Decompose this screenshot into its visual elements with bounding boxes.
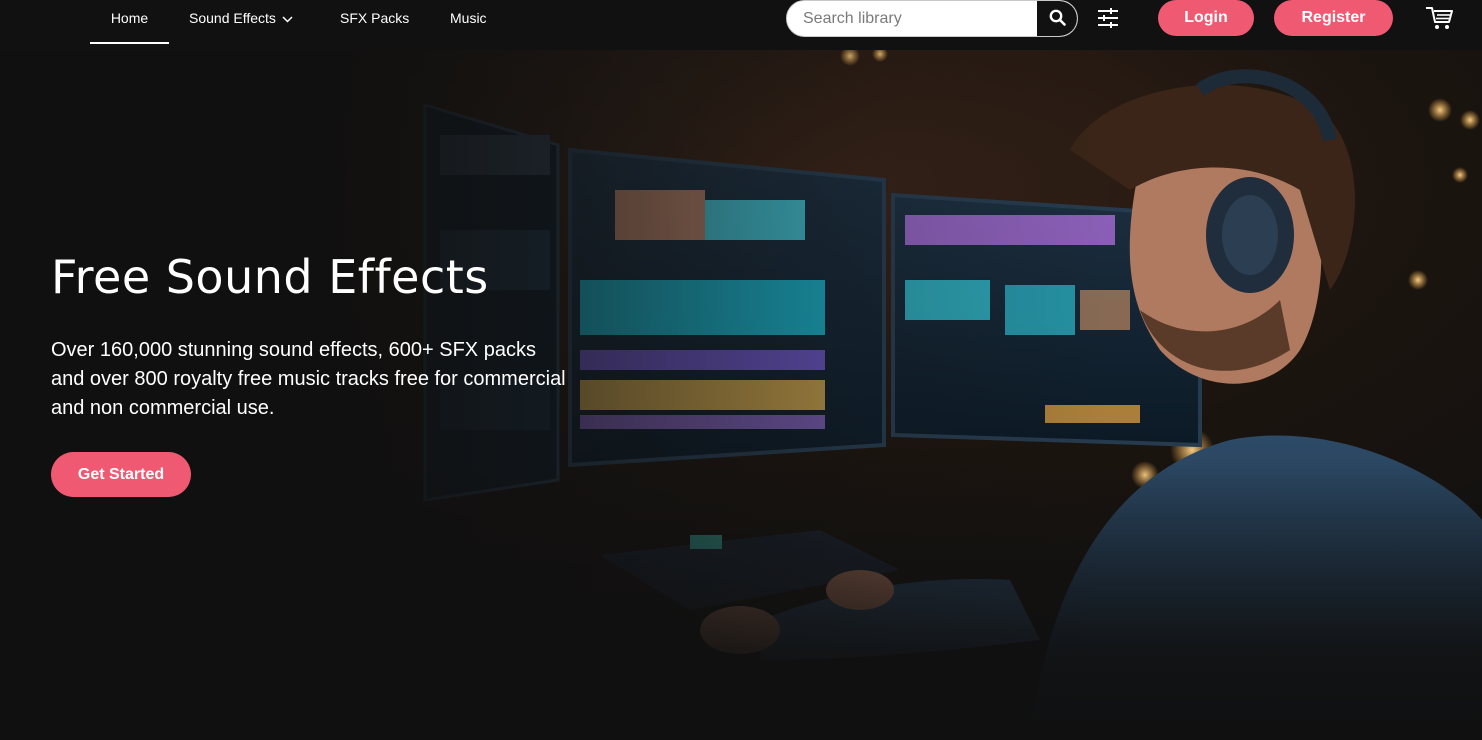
cart-icon [1424,7,1456,36]
nav-sound-effects-link[interactable]: Sound Effects [189,0,293,44]
nav-home-link[interactable]: Home [90,0,169,44]
search-input[interactable] [787,1,1037,36]
nav-music-link[interactable]: Music [450,0,487,44]
sliders-icon [1096,8,1120,34]
hero-section: Free Sound Effects Over 160,000 stunning… [0,50,1482,740]
nav-sound-effects-label: Sound Effects [189,10,276,26]
top-navigation-bar: Home Sound Effects SFX Packs Music Login… [0,0,1482,50]
hero-title: Free Sound Effects [51,250,489,304]
filter-settings-button[interactable] [1096,6,1120,30]
login-button[interactable]: Login [1158,0,1254,36]
get-started-button[interactable]: Get Started [51,452,191,497]
chevron-down-icon [282,0,293,36]
nav-sfx-packs-link[interactable]: SFX Packs [340,0,409,44]
hero-description: Over 160,000 stunning sound effects, 600… [51,339,566,419]
cart-button[interactable] [1424,4,1456,32]
register-button[interactable]: Register [1274,0,1393,36]
search-box [786,0,1078,37]
search-button[interactable] [1037,1,1077,36]
search-icon [1049,9,1066,29]
